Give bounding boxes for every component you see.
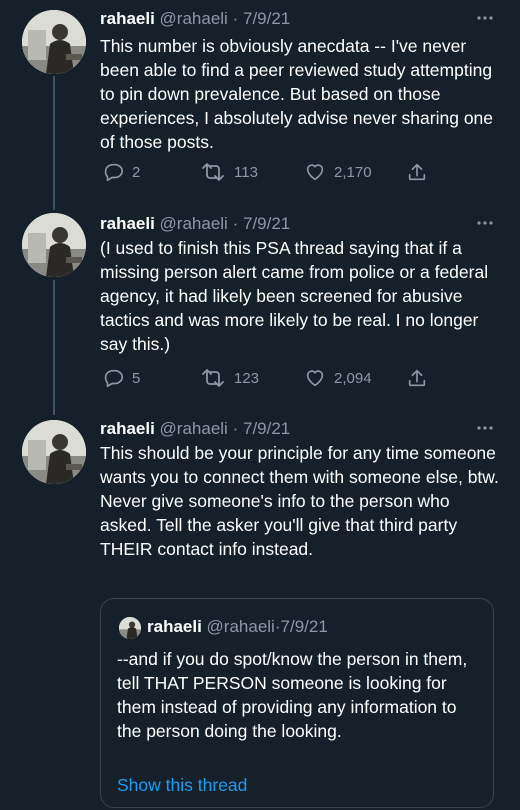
share-icon	[408, 369, 426, 387]
tweet[interactable]: rahaeli @rahaeli · 7/9/21 (I used to fin…	[0, 205, 520, 405]
retweet-count: 113	[234, 163, 258, 181]
like-icon	[306, 164, 324, 181]
reply-count: 5	[132, 369, 141, 387]
retweet-icon	[202, 163, 224, 181]
tweet-header: rahaeli @rahaeli · 7/9/21	[100, 7, 500, 31]
quoted-tweet-text: --and if you do spot/know the person in …	[117, 649, 468, 741]
more-icon[interactable]	[476, 219, 494, 227]
timestamp[interactable]: 7/9/21	[243, 419, 290, 438]
tweet[interactable]: rahaeli @rahaeli · 7/9/21 This number is…	[0, 0, 520, 200]
display-name: rahaeli	[147, 617, 202, 636]
display-name[interactable]: rahaeli	[100, 214, 155, 233]
quoted-tweet[interactable]: rahaeli @rahaeli·7/9/21 --and if you do …	[100, 598, 494, 808]
timestamp: 7/9/21	[280, 617, 328, 636]
retweet-icon	[202, 369, 224, 387]
reply-button[interactable]: 2	[102, 160, 140, 184]
separator-dot: ·	[232, 214, 239, 233]
share-button[interactable]	[406, 366, 428, 390]
reply-icon	[104, 369, 123, 388]
more-icon[interactable]	[476, 14, 494, 22]
like-count: 2,170	[334, 163, 372, 181]
tweet-text: This should be your principle for any ti…	[100, 443, 499, 559]
handle[interactable]: @rahaeli	[160, 9, 228, 28]
timestamp[interactable]: 7/9/21	[243, 9, 290, 28]
tweet-header: rahaeli @rahaeli · 7/9/21	[100, 417, 500, 441]
avatar	[119, 616, 141, 639]
like-button[interactable]: 2,170	[304, 160, 372, 184]
avatar[interactable]	[22, 420, 86, 484]
avatar[interactable]	[22, 10, 86, 74]
timestamp[interactable]: 7/9/21	[243, 214, 290, 233]
more-icon[interactable]	[476, 424, 494, 432]
like-button[interactable]: 2,094	[304, 366, 372, 390]
show-thread-link[interactable]: Show this thread	[117, 773, 247, 797]
like-count: 2,094	[334, 369, 372, 387]
share-button[interactable]	[406, 160, 428, 184]
handle[interactable]: @rahaeli	[160, 214, 228, 233]
separator-dot: ·	[232, 9, 239, 28]
handle[interactable]: @rahaeli	[160, 419, 228, 438]
tweet-text: (I used to finish this PSA thread saying…	[100, 238, 489, 354]
reply-count: 2	[132, 163, 141, 181]
retweet-button[interactable]: 113	[200, 160, 258, 184]
share-icon	[408, 163, 426, 181]
quoted-tweet-header: rahaeli @rahaeli·7/9/21	[119, 615, 328, 639]
avatar[interactable]	[22, 213, 86, 277]
retweet-count: 123	[234, 369, 260, 387]
action-bar: 2 113 2,170	[102, 160, 432, 184]
tweet-text: This number is obviously anecdata -- I'v…	[100, 36, 494, 152]
reply-icon	[104, 163, 123, 182]
reply-button[interactable]: 5	[102, 366, 140, 390]
handle: @rahaeli	[206, 617, 275, 636]
retweet-button[interactable]: 123	[200, 366, 259, 390]
separator-dot: ·	[232, 419, 239, 438]
like-icon	[306, 370, 324, 387]
action-bar: 5 123 2,094	[102, 366, 432, 390]
display-name[interactable]: rahaeli	[100, 419, 155, 438]
display-name[interactable]: rahaeli	[100, 9, 155, 28]
tweet-header: rahaeli @rahaeli · 7/9/21	[100, 212, 500, 236]
